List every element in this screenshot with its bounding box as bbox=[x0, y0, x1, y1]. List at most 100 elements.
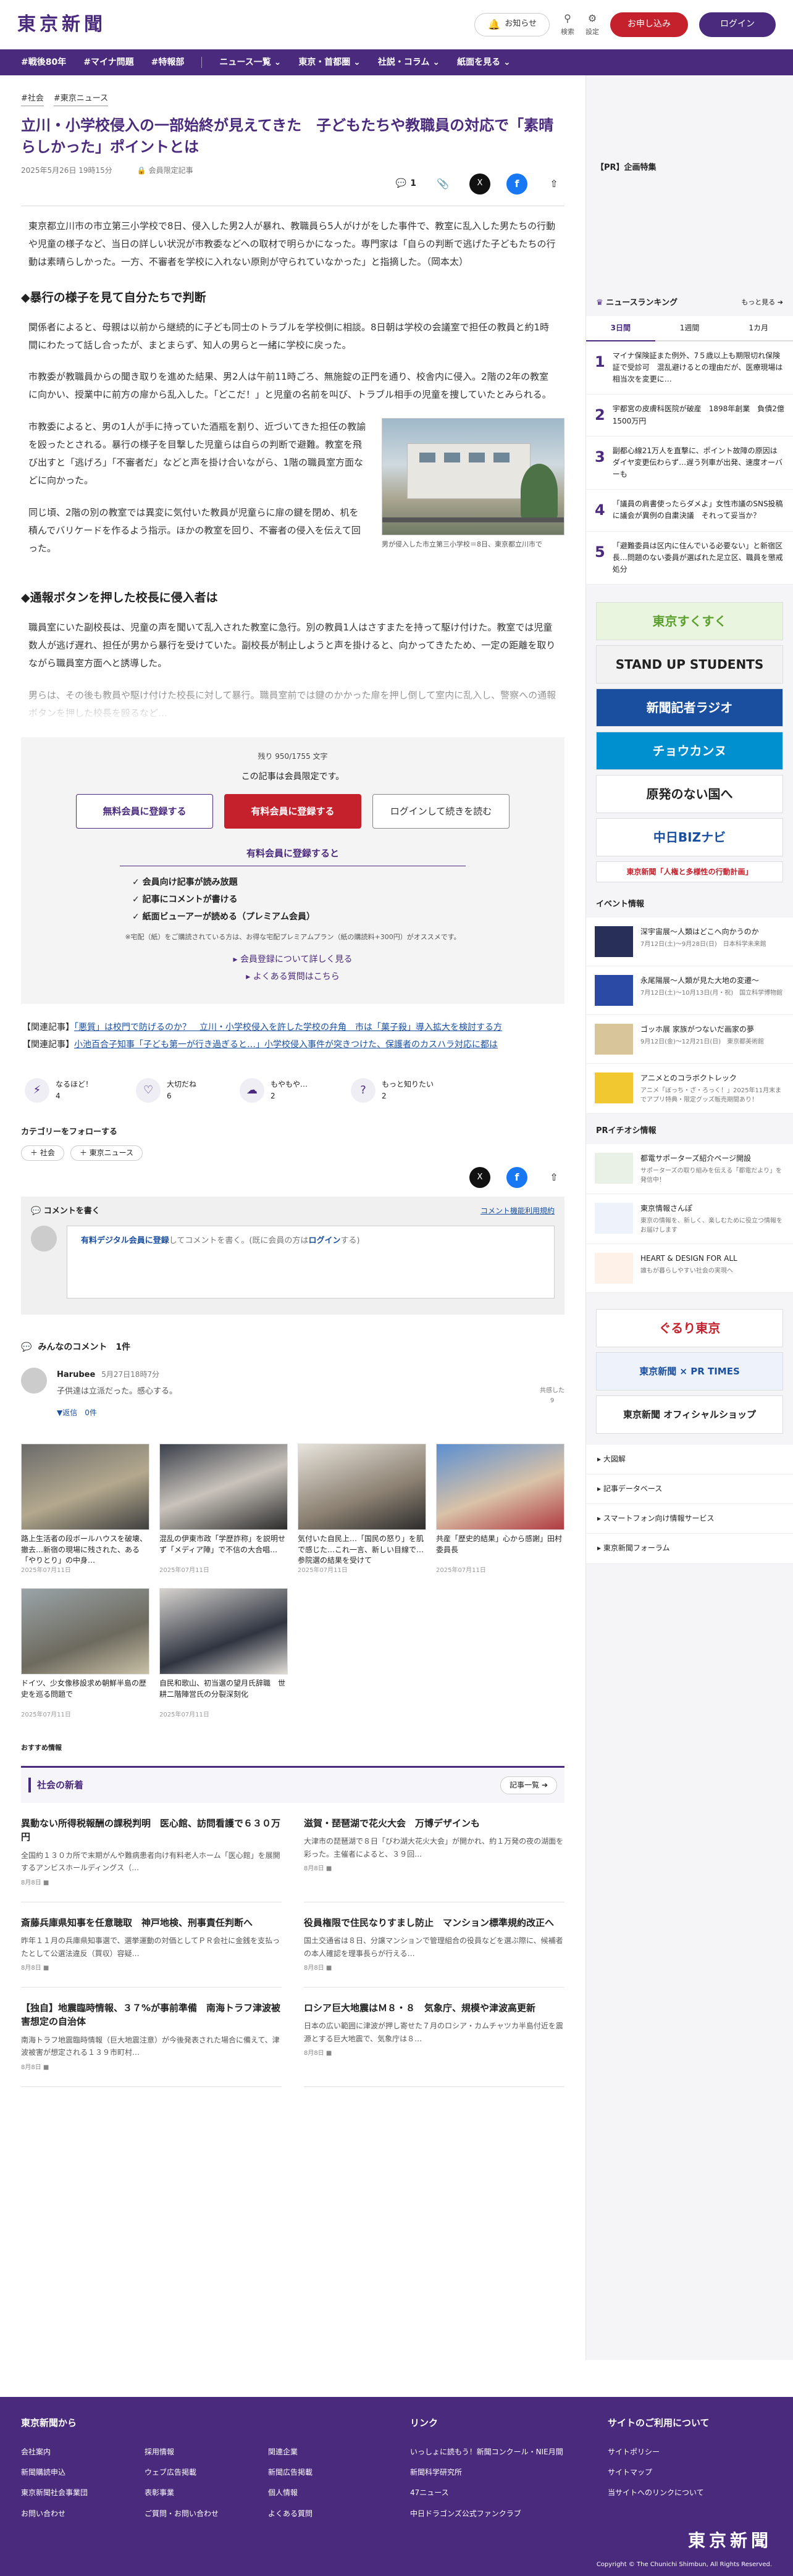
banner-genpatsu[interactable]: 原発のない国へ bbox=[596, 775, 783, 814]
nav-item-tokuho[interactable]: #特報部 bbox=[151, 56, 185, 69]
news-item[interactable]: 役員権限で住民なりすまし防止 マンション標準規約改正へ 国土交通省は８日、分譲マン… bbox=[304, 1902, 564, 1988]
nav-item-sengo80[interactable]: #戦後80年 bbox=[21, 56, 66, 69]
footer-link[interactable]: サイトマップ bbox=[608, 2467, 768, 2478]
footer-link[interactable]: よくある質問 bbox=[268, 2508, 392, 2520]
footer-link[interactable]: 新聞科学研究所 bbox=[410, 2467, 608, 2478]
footer-link[interactable]: 関連企業 bbox=[268, 2446, 392, 2458]
notice-button[interactable]: 🔔 お知らせ bbox=[474, 12, 550, 36]
x-share-icon[interactable]: X bbox=[469, 173, 490, 194]
x-share-icon[interactable]: X bbox=[469, 1167, 490, 1189]
nav-item-tokyo[interactable]: 東京・首都圏 ⌄ bbox=[298, 56, 361, 69]
facebook-share-icon[interactable]: f bbox=[506, 1167, 527, 1189]
footer-link[interactable]: 当サイトへのリンクについて bbox=[608, 2487, 768, 2499]
reaction-naruhodo[interactable]: ⚡ なるほど！ 4 bbox=[25, 1078, 93, 1103]
reaction-motto[interactable]: ? もっと知りたい 2 bbox=[351, 1078, 434, 1103]
settings-button[interactable]: ⚙ 設定 bbox=[585, 12, 599, 38]
free-register-button[interactable]: 無料会員に登録する bbox=[76, 793, 213, 829]
faq-link[interactable]: ▸ よくある質問はこちら bbox=[40, 968, 546, 985]
news-item[interactable]: 異動ない所得税報酬の課税判明 医心館、訪問看護で６３０万円 全国約１３０カ所で末期… bbox=[21, 1803, 282, 1902]
footer-logo[interactable]: 東京新聞 bbox=[688, 2527, 772, 2555]
ranking-item[interactable]: 3 副都心線21万人を直撃に、ポイント故障の原因は ダイヤ変更伝わらず…遅う列車が… bbox=[586, 436, 793, 490]
footer-link[interactable]: 採用情報 bbox=[145, 2446, 268, 2458]
pr-item[interactable]: 都電サポーターズ紹介ページ開設 サポーターズの取り組みを伝える「都電だより」を発信… bbox=[586, 1144, 793, 1194]
login-button[interactable]: ログイン bbox=[699, 12, 776, 37]
tab-3days[interactable]: 3日間 bbox=[586, 316, 655, 341]
banner-biz-navi[interactable]: 中日BIZナビ bbox=[596, 818, 783, 857]
social-news-more-button[interactable]: 記事一覧 ➔ bbox=[500, 1776, 557, 1794]
ranking-item[interactable]: 1 マイナ保険証また例外、7５歳以上も期限切れ保険証で受診可 混乱避けるとの理由だ… bbox=[586, 341, 793, 395]
login-link[interactable]: ログイン bbox=[308, 1236, 340, 1245]
tag-shakai[interactable]: #社会 bbox=[21, 93, 44, 106]
news-item[interactable]: 斎藤兵庫県知事を任意聴取 神戸地検、刑事責任判断へ 昨年１１月の兵庫県知事選で、選… bbox=[21, 1902, 282, 1988]
nav-item-myna[interactable]: #マイナ問題 bbox=[83, 56, 133, 69]
follow-chip-shakai[interactable]: ＋ 社会 bbox=[21, 1145, 64, 1161]
sidebar-link[interactable]: ▸ 記事データベース bbox=[586, 1474, 793, 1505]
comment-textarea[interactable]: 有料デジタル会員に登録してコメントを書く。(既に会員の方はログインする) bbox=[67, 1226, 555, 1299]
photo-card[interactable]: 混乱の伊東市政「学歴詐称」を説明せず「メディア陣」で不信の大合唱… 2025年07… bbox=[159, 1444, 288, 1576]
follow-chip-tokyo[interactable]: ＋ 東京ニュース bbox=[70, 1145, 143, 1161]
footer-link[interactable]: 表彰事業 bbox=[145, 2487, 268, 2499]
ranking-item[interactable]: 5 「避難委員は区内に住んでいる必要ない」と新宿区長…問題のない委員が選ばれた足立… bbox=[586, 531, 793, 585]
footer-link[interactable]: 会社案内 bbox=[21, 2446, 145, 2458]
signup-button[interactable]: お申し込み bbox=[610, 12, 688, 37]
banner-radio[interactable]: 新聞記者ラジオ bbox=[596, 688, 783, 727]
banner-prtimes[interactable]: 東京新聞 × PR TIMES bbox=[596, 1352, 783, 1390]
related-link[interactable]: 小池百合子知事「子ども第一が行き過ぎると…」小学校侵入事件が突きつけた、保護者の… bbox=[74, 1040, 498, 1050]
sidebar-link[interactable]: ▸ 東京新聞フォーラム bbox=[586, 1534, 793, 1564]
banner-stand-up-students[interactable]: STAND UP STUDENTS bbox=[596, 645, 783, 684]
footer-link[interactable]: ウェブ広告掲載 bbox=[145, 2467, 268, 2478]
clip-icon[interactable]: 📎 bbox=[432, 174, 453, 194]
tab-1week[interactable]: 1週間 bbox=[655, 316, 724, 341]
sidebar-link[interactable]: ▸ 大図解 bbox=[586, 1444, 793, 1475]
banner-chokanu[interactable]: チョウカンヌ bbox=[596, 732, 783, 771]
footer-link[interactable]: 新聞購読申込 bbox=[21, 2467, 145, 2478]
ranking-more-link[interactable]: もっと見る ➔ bbox=[741, 297, 783, 310]
news-item[interactable]: ロシア巨大地震はＭ８・８ 気象庁、規模や津波高更新 日本の広い範囲に津波が押し寄せ… bbox=[304, 1988, 564, 2087]
tag-tokyo[interactable]: #東京ニュース bbox=[53, 93, 109, 106]
pr-item[interactable]: HEART & DESIGN FOR ALL 誰もが暮らしやすい社会の実現へ bbox=[586, 1244, 793, 1293]
search-button[interactable]: ⚲ 検索 bbox=[561, 12, 574, 38]
photo-card[interactable]: 路上生活者の段ボールハウスを破壊、撤去…新宿の現場に残された、ある「やりとり」の… bbox=[21, 1444, 149, 1576]
event-item[interactable]: ゴッホ展 家族がつないだ画家の夢 9月12日(金)〜12月21日(日) 東京都美術… bbox=[586, 1015, 793, 1064]
facebook-share-icon[interactable]: f bbox=[506, 173, 527, 194]
photo-card[interactable]: 共産「歴史的結果」心から感謝」田村委員長 2025年07月11日 bbox=[436, 1444, 564, 1576]
reaction-moyamoya[interactable]: ☁ もやもや… 2 bbox=[240, 1078, 308, 1103]
footer-link[interactable]: 新聞広告掲載 bbox=[268, 2467, 392, 2478]
nav-item-news-list[interactable]: ニュース一覧 ⌄ bbox=[219, 56, 281, 69]
pr-item[interactable]: 東京情報さんぽ 東京の情報を、新しく、楽しむために役立つ情報をお届けします bbox=[586, 1194, 793, 1244]
news-item[interactable]: 滋賀・琵琶湖で花火大会 万博デザインも 大津市の琵琶湖で８日「びわ湖大花火大会」が… bbox=[304, 1803, 564, 1902]
membership-info-link[interactable]: ▸ 会員登録について詳しく見る bbox=[40, 951, 546, 968]
banner-shop[interactable]: 東京新聞 オフィシャルショップ bbox=[596, 1395, 783, 1434]
footer-link[interactable]: いっしょに読もう！新聞コンクール・NIE月間 bbox=[410, 2446, 608, 2458]
footer-link[interactable]: 中日ドラゴンズ公式ファンクラブ bbox=[410, 2508, 608, 2520]
photo-card[interactable]: 自民和歌山、初当選の望月氏辞職 世耕二階陣営氏の分裂深刻化 2025年07月11日 bbox=[159, 1588, 288, 1720]
news-item[interactable]: 【独自】地震臨時情報、３７%が事前準備 南海トラフ津波被害想定の自治体 南海トラフ… bbox=[21, 1988, 282, 2087]
ranking-item[interactable]: 4 「議員の肩書使ったらダメよ」女性市議のSNS投稿に議会が異例の自粛決議 それっ… bbox=[586, 490, 793, 532]
comment-rules-link[interactable]: コメント機能利用規約 bbox=[480, 1205, 555, 1218]
comment-author[interactable]: Harubee bbox=[57, 1370, 95, 1379]
comment-count-button[interactable]: 💬 1 bbox=[396, 177, 416, 190]
login-continue-button[interactable]: ログインして続きを読む bbox=[372, 793, 510, 829]
event-item[interactable]: 永尾陽展〜人類が見た大地の変遷〜 7月12日(土)〜10月13日(月・祝) 国立科… bbox=[586, 966, 793, 1016]
footer-link[interactable]: 47ニュース bbox=[410, 2487, 608, 2499]
register-link[interactable]: 有料デジタル会員に登録 bbox=[81, 1236, 169, 1245]
site-logo[interactable]: 東京新聞 bbox=[17, 10, 106, 40]
empathy-button[interactable]: 共感した 9 bbox=[540, 1386, 564, 1406]
event-item[interactable]: アニメとのコラボクトレック アニメ「ぼっち・ざ・ろっく！」2025年11月末までア… bbox=[586, 1064, 793, 1114]
banner-jinken[interactable]: 東京新聞「人権と多様性の行動計画」 bbox=[596, 861, 783, 883]
photo-card[interactable]: 気付いた自民上…「国民の怒り」を肌で感じた…これ一言、新しい目線で…参院選の結果… bbox=[298, 1444, 426, 1576]
sidebar-link[interactable]: ▸ スマートフォン向け情報サービス bbox=[586, 1504, 793, 1534]
share-icon[interactable]: ⇧ bbox=[543, 174, 564, 194]
footer-link[interactable]: 個人情報 bbox=[268, 2487, 392, 2499]
pr-feature-title[interactable]: 【PR】企画特集 bbox=[586, 75, 793, 181]
footer-link[interactable]: ご質問・お問い合わせ bbox=[145, 2508, 268, 2520]
comment-reply-toggle[interactable]: ▼返信 0件 bbox=[57, 1407, 177, 1419]
footer-link[interactable]: お問い合わせ bbox=[21, 2508, 145, 2520]
related-link[interactable]: 「悪質」は校門で防げるのか？ 立川・小学校侵入を許した学校の弁角 市は「菓子殺」… bbox=[74, 1022, 502, 1032]
paid-register-button[interactable]: 有料会員に登録する bbox=[224, 793, 361, 829]
banner-gururi[interactable]: ぐるり東京 bbox=[596, 1308, 783, 1347]
school-photo[interactable] bbox=[382, 417, 564, 535]
tab-1month[interactable]: 1カ月 bbox=[724, 316, 793, 341]
event-item[interactable]: 深宇宙展〜人類はどこへ向かうのか 7月12日(土)〜9月28日(日) 日本科学未来… bbox=[586, 918, 793, 967]
nav-item-paper[interactable]: 紙面を見る ⌄ bbox=[457, 56, 511, 69]
